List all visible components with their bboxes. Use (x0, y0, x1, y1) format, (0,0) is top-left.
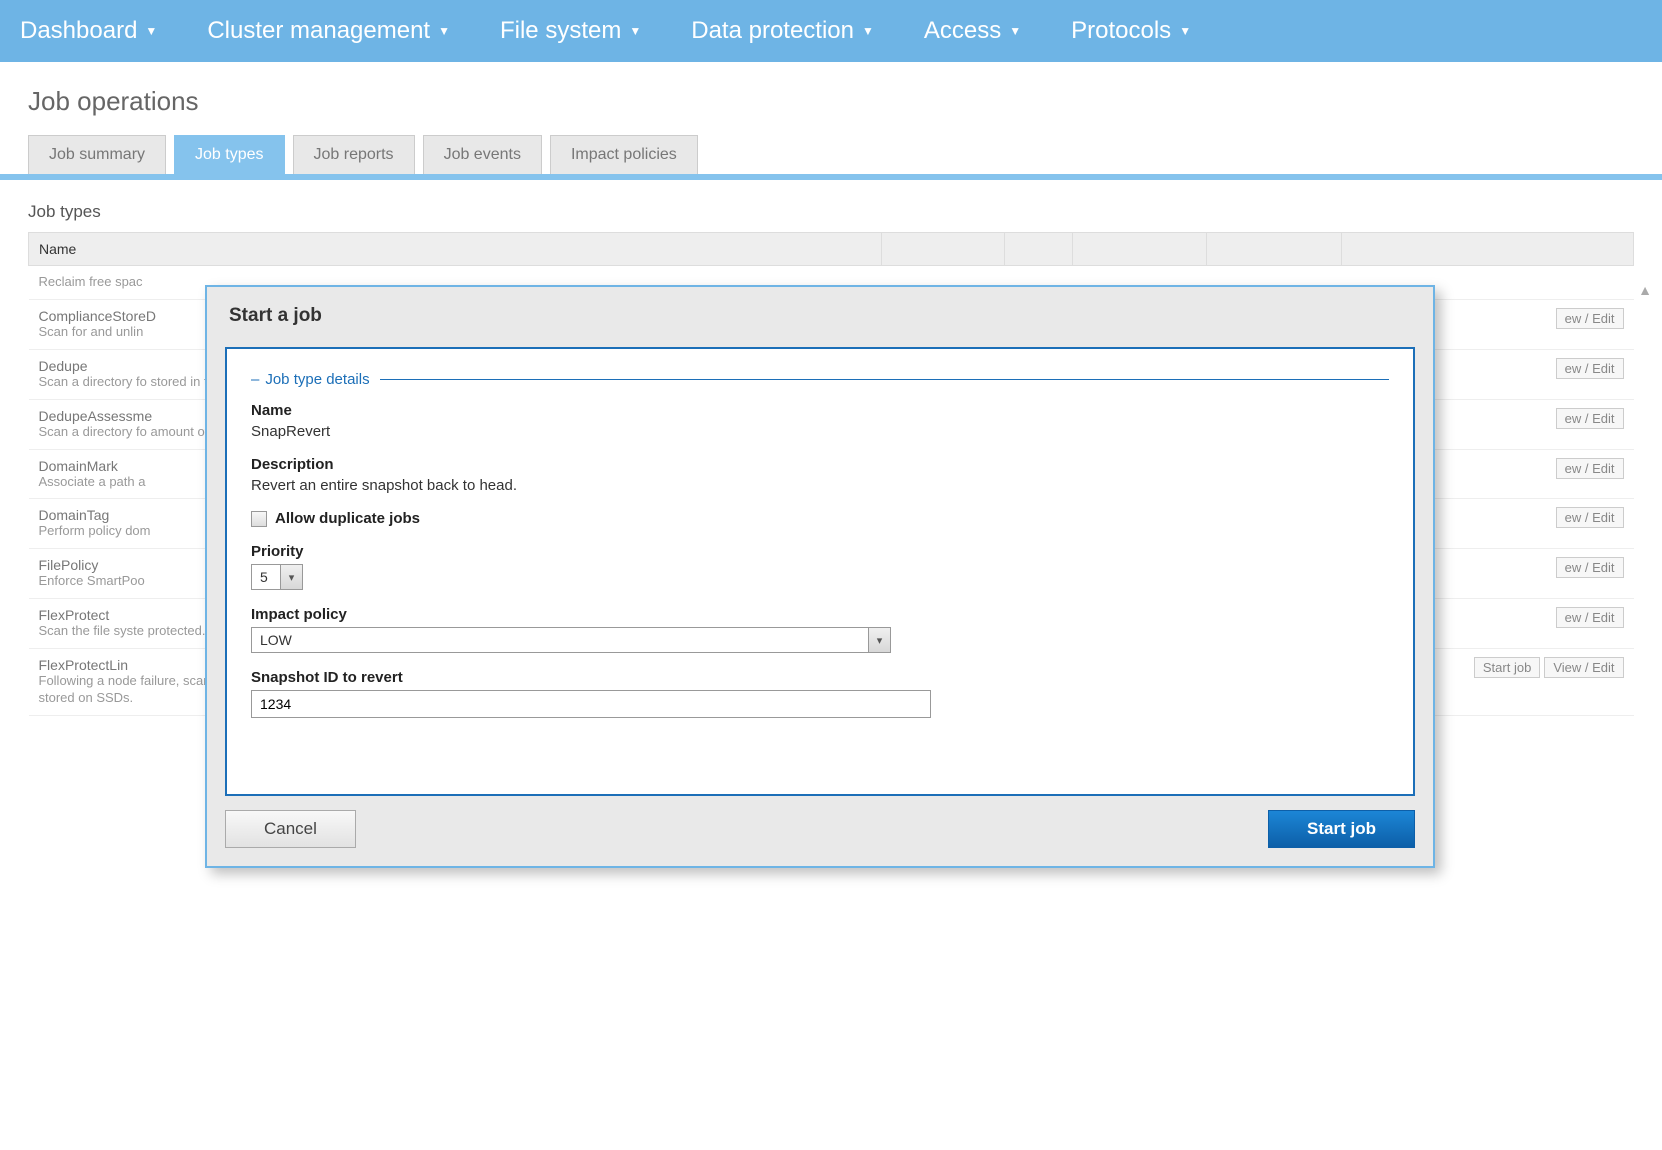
chevron-down-icon: ▼ (145, 24, 157, 38)
allow-duplicate-label: Allow duplicate jobs (275, 510, 420, 527)
description-value: Revert an entire snapshot back to head. (251, 477, 1389, 494)
tab-impact-policies[interactable]: Impact policies (550, 135, 698, 174)
view-edit-link[interactable]: ew / Edit (1556, 607, 1624, 628)
chevron-down-icon: ▼ (1179, 24, 1191, 38)
chevron-down-icon[interactable]: ▾ (868, 628, 890, 652)
nav-data-protection[interactable]: Data protection▼ (691, 17, 874, 45)
chevron-down-icon: ▼ (438, 24, 450, 38)
tab-job-summary[interactable]: Job summary (28, 135, 166, 174)
nav-access[interactable]: Access▼ (924, 17, 1021, 45)
nav-protocols[interactable]: Protocols▼ (1071, 17, 1191, 45)
start-job-dialog: Start a job –Job type details Name SnapR… (205, 285, 1435, 868)
nav-dashboard[interactable]: Dashboard▼ (20, 17, 157, 45)
name-label: Name (251, 402, 1389, 419)
section-title: Job types (0, 180, 1662, 232)
col-name-header[interactable]: Name (29, 233, 882, 266)
impact-policy-label: Impact policy (251, 606, 1389, 623)
chevron-down-icon: ▼ (1009, 24, 1021, 38)
view-edit-link[interactable]: ew / Edit (1556, 408, 1624, 429)
snapshot-id-input[interactable] (251, 690, 931, 718)
priority-select[interactable]: 5 ▾ (251, 564, 303, 590)
view-edit-link[interactable]: ew / Edit (1556, 308, 1624, 329)
fieldset-legend: –Job type details (251, 371, 1389, 388)
description-label: Description (251, 456, 1389, 473)
view-edit-link[interactable]: View / Edit (1544, 657, 1623, 678)
allow-duplicate-checkbox[interactable] (251, 511, 267, 527)
start-job-button[interactable]: Start job (1268, 810, 1415, 848)
name-value: SnapRevert (251, 423, 1389, 440)
top-nav: Dashboard▼ Cluster management▼ File syst… (0, 0, 1662, 62)
priority-label: Priority (251, 543, 1389, 560)
dialog-title: Start a job (225, 301, 1415, 347)
page-title: Job operations (0, 62, 1662, 135)
view-edit-link[interactable]: ew / Edit (1556, 458, 1624, 479)
view-edit-link[interactable]: ew / Edit (1556, 358, 1624, 379)
view-edit-link[interactable]: ew / Edit (1556, 507, 1624, 528)
tab-job-events[interactable]: Job events (423, 135, 542, 174)
dialog-body: –Job type details Name SnapRevert Descri… (225, 347, 1415, 796)
nav-file-system[interactable]: File system▼ (500, 17, 641, 45)
tab-job-reports[interactable]: Job reports (293, 135, 415, 174)
view-edit-link[interactable]: ew / Edit (1556, 557, 1624, 578)
tabs: Job summary Job types Job reports Job ev… (0, 135, 1662, 180)
chevron-down-icon: ▼ (629, 24, 641, 38)
cancel-button[interactable]: Cancel (225, 810, 356, 848)
start-job-link[interactable]: Start job (1474, 657, 1540, 678)
tab-job-types[interactable]: Job types (174, 135, 284, 174)
impact-policy-select[interactable]: LOW ▾ (251, 627, 891, 653)
snapshot-id-label: Snapshot ID to revert (251, 669, 1389, 686)
nav-cluster-management[interactable]: Cluster management▼ (207, 17, 450, 45)
chevron-down-icon[interactable]: ▾ (280, 565, 302, 589)
chevron-down-icon: ▼ (862, 24, 874, 38)
scroll-up-icon[interactable]: ▲ (1638, 282, 1652, 298)
